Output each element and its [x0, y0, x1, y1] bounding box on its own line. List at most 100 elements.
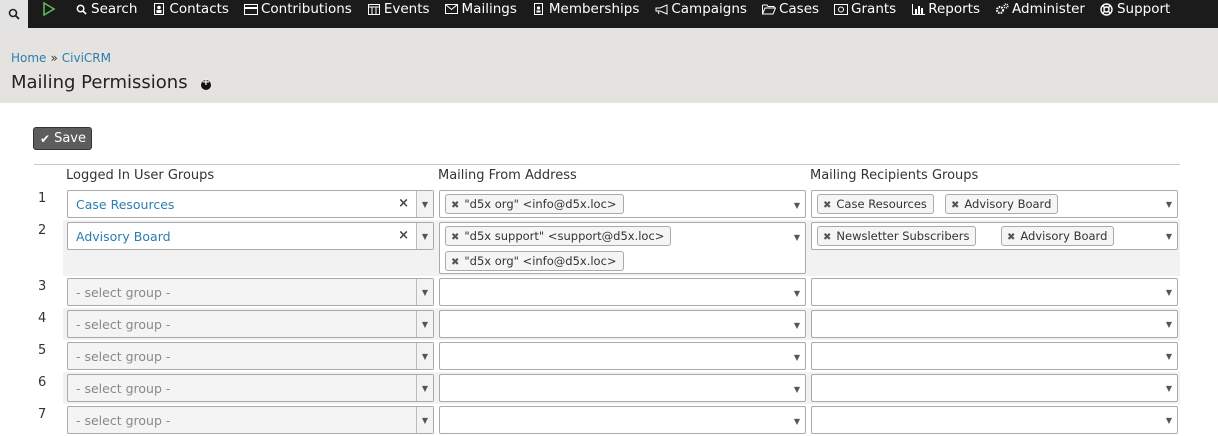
chevron-down-icon[interactable]: ▼	[789, 223, 805, 251]
selected-group-label: Advisory Board	[76, 229, 171, 244]
mailing-recipients-groups-select[interactable]: ✖ Newsletter Subscribers ✖ Advisory Board ▼	[811, 222, 1178, 250]
check-icon: ✔	[40, 131, 51, 146]
mailing-from-address-select[interactable]: ✖ "d5x support" <support@d5x.loc> ✖ "d5x or…	[439, 222, 806, 274]
recipient-group-tag-label: Newsletter Subscribers	[836, 229, 970, 243]
nav-item-support[interactable]: Support	[1100, 1, 1170, 17]
chevron-down-icon[interactable]: ▼	[416, 191, 433, 217]
nav-item-search[interactable]: Search	[74, 1, 137, 17]
recipient-group-tag: ✖ Advisory Board	[1001, 226, 1115, 246]
mailing-from-address-select[interactable]: ✖ "d5x org" <info@d5x.loc> ▼	[439, 190, 806, 218]
column-header-mailing-recipients-groups: Mailing Recipients Groups	[810, 168, 979, 183]
chevron-down-icon[interactable]: ▼	[1161, 311, 1177, 337]
chevron-down-icon[interactable]: ▼	[1161, 191, 1177, 217]
chevron-down-icon[interactable]: ▼	[1161, 223, 1177, 249]
mailing-recipients-groups-select[interactable]: ▼	[811, 406, 1178, 434]
chevron-down-icon[interactable]: ▼	[789, 279, 805, 307]
from-address-tag-label: "d5x org" <info@d5x.loc>	[464, 254, 617, 268]
breadcrumb-civicrm-link[interactable]: CiviCRM	[62, 51, 111, 65]
clear-selection-icon[interactable]: ×	[398, 228, 409, 243]
row-number: 7	[38, 407, 47, 422]
nav-item-grants[interactable]: Grants	[834, 1, 896, 17]
nav-item-mailings[interactable]: Mailings	[445, 1, 517, 17]
save-button[interactable]: ✔ Save	[33, 127, 92, 150]
chevron-down-icon[interactable]: ▼	[789, 191, 805, 219]
chevron-down-icon[interactable]: ▼	[416, 375, 433, 401]
mailing-recipients-groups-select[interactable]: ▼	[811, 342, 1178, 370]
search-icon	[8, 8, 20, 20]
mailing-recipients-groups-select[interactable]: ▼	[811, 310, 1178, 338]
mailing-from-address-select[interactable]: ▼	[439, 342, 806, 370]
nav-item-reports[interactable]: Reports	[911, 1, 980, 17]
mailing-recipients-groups-select[interactable]: ▼	[811, 278, 1178, 306]
recipient-group-tag: ✖ Newsletter Subscribers	[817, 226, 977, 246]
chevron-down-icon[interactable]: ▼	[789, 343, 805, 371]
nav-item-contacts[interactable]: Contacts	[152, 1, 229, 17]
chevron-down-icon[interactable]: ▼	[416, 279, 433, 305]
top-nav: Search Contacts Contributions Events Mailing…	[0, 0, 1218, 28]
select-group-placeholder: - select group -	[76, 413, 171, 428]
mailing-recipients-groups-select[interactable]: ▼	[811, 374, 1178, 402]
row-number: 5	[38, 343, 47, 358]
table-row: 5 - select group - ▼ ▼ ▼	[35, 340, 1180, 372]
chevron-down-icon[interactable]: ▼	[1161, 279, 1177, 305]
folder-icon	[761, 2, 776, 16]
remove-tag-icon[interactable]: ✖	[451, 200, 459, 211]
recipient-group-tag: ✖ Advisory Board	[945, 194, 1059, 214]
mailing-from-address-select[interactable]: ▼	[439, 406, 806, 434]
chevron-down-icon[interactable]: ▼	[416, 223, 433, 249]
nav-item-label: Contributions	[260, 1, 352, 17]
nav-item-administer[interactable]: Administer	[995, 1, 1085, 17]
gears-icon	[995, 2, 1009, 16]
remove-tag-icon[interactable]: ✖	[823, 232, 831, 243]
page-header: Home » CiviCRM Mailing Permissions	[0, 28, 1218, 103]
remove-tag-icon[interactable]: ✖	[451, 257, 459, 268]
nav-item-label: Administer	[1012, 1, 1085, 17]
nav-item-campaigns[interactable]: Campaigns	[654, 1, 747, 17]
nav-item-contributions[interactable]: Contributions	[243, 1, 352, 17]
money-icon	[834, 2, 849, 16]
selected-group-label: Case Resources	[76, 197, 175, 212]
nav-item-events[interactable]: Events	[367, 1, 430, 17]
breadcrumb-home-link[interactable]: Home	[11, 51, 46, 65]
mailing-from-address-select[interactable]: ▼	[439, 278, 806, 306]
chevron-down-icon[interactable]: ▼	[416, 311, 433, 337]
help-plus-icon[interactable]	[201, 77, 211, 90]
contacts-icon	[152, 2, 166, 16]
breadcrumb-separator: »	[50, 51, 58, 65]
nav-item-label: Search	[91, 1, 138, 17]
clear-selection-icon[interactable]: ×	[398, 196, 409, 211]
nav-item-label: Events	[383, 1, 430, 17]
column-header-logged-in-user-groups: Logged In User Groups	[66, 168, 215, 183]
chevron-down-icon[interactable]: ▼	[789, 407, 805, 435]
column-header-mailing-from-address: Mailing From Address	[438, 168, 577, 183]
chevron-down-icon[interactable]: ▼	[789, 375, 805, 403]
row-number: 3	[38, 279, 47, 294]
logged-in-group-select[interactable]: - select group - ▼	[67, 278, 434, 306]
mailing-from-address-select[interactable]: ▼	[439, 310, 806, 338]
nav-item-cases[interactable]: Cases	[761, 1, 819, 17]
logged-in-group-select[interactable]: Case Resources × ▼	[67, 190, 434, 218]
from-address-tag: ✖ "d5x org" <info@d5x.loc>	[445, 194, 624, 214]
chevron-down-icon[interactable]: ▼	[1161, 343, 1177, 369]
logged-in-group-select[interactable]: - select group - ▼	[67, 310, 434, 338]
table-row: 3 - select group - ▼ ▼ ▼	[35, 276, 1180, 308]
remove-tag-icon[interactable]: ✖	[951, 200, 959, 211]
nav-item-memberships[interactable]: Memberships	[532, 1, 639, 17]
logged-in-group-select[interactable]: - select group - ▼	[67, 342, 434, 370]
mailing-recipients-groups-select[interactable]: ✖ Case Resources ✖ Advisory Board ▼	[811, 190, 1178, 218]
logged-in-group-select[interactable]: - select group - ▼	[67, 406, 434, 434]
civicrm-logo-icon[interactable]	[42, 0, 60, 18]
chevron-down-icon[interactable]: ▼	[416, 343, 433, 369]
chevron-down-icon[interactable]: ▼	[789, 311, 805, 339]
logged-in-group-select[interactable]: - select group - ▼	[67, 374, 434, 402]
remove-tag-icon[interactable]: ✖	[823, 200, 831, 211]
mailing-from-address-select[interactable]: ▼	[439, 374, 806, 402]
chevron-down-icon[interactable]: ▼	[1161, 375, 1177, 401]
logged-in-group-select[interactable]: Advisory Board × ▼	[67, 222, 434, 250]
quicksearch-button[interactable]	[0, 0, 28, 28]
chevron-down-icon[interactable]: ▼	[416, 407, 433, 433]
chevron-down-icon[interactable]: ▼	[1161, 407, 1177, 433]
row-number: 6	[38, 375, 47, 390]
remove-tag-icon[interactable]: ✖	[451, 232, 459, 243]
remove-tag-icon[interactable]: ✖	[1007, 232, 1015, 243]
